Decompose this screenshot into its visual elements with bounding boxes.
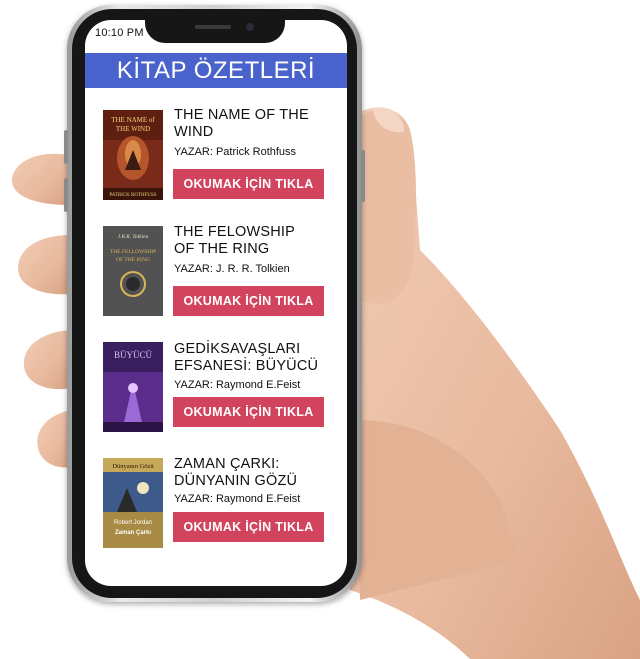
book-cover[interactable]: THE NAME of THE WIND PATRICK ROTHFUSS	[103, 110, 163, 200]
front-camera	[246, 23, 254, 31]
book-title: GEDİKSAVAŞLARI EFSANESİ: BÜYÜCÜ	[174, 341, 324, 375]
book-author: YAZAR: Raymond E.Feist	[174, 379, 301, 391]
volume-up-button	[64, 130, 68, 164]
book-title: ZAMAN ÇARKI: DÜNYANIN GÖZÜ	[174, 456, 324, 490]
read-button[interactable]: OKUMAK İÇİN TIKLA	[173, 397, 324, 427]
book-cover[interactable]: Dünyanın Gözü Robert Jordan Zaman Çarkı	[103, 458, 163, 548]
cover-title-line: OF THE RING	[116, 257, 150, 263]
book-cover[interactable]: BÜYÜCÜ	[103, 342, 163, 432]
cover-title-line: Dünyanın Gözü	[112, 463, 154, 470]
cover-author: PATRICK ROTHFUSS	[109, 193, 156, 198]
speaker-grille	[195, 25, 231, 29]
volume-down-button	[64, 178, 68, 212]
power-button	[361, 150, 365, 202]
read-button[interactable]: OKUMAK İÇİN TIKLA	[173, 286, 324, 316]
cover-author: Robert Jordan	[114, 520, 152, 526]
cover-title-line: THE FELLOWSHIP	[110, 249, 156, 255]
cover-title-line: THE NAME of	[111, 116, 155, 124]
book-author: YAZAR: J. R. R. Tolkien	[174, 263, 290, 275]
page-title: KİTAP ÖZETLERİ	[116, 57, 316, 84]
read-button[interactable]: OKUMAK İÇİN TIKLA	[173, 512, 324, 542]
book-cover[interactable]: J.R.R. Tolkien THE FELLOWSHIP OF THE RIN…	[103, 226, 163, 316]
book-title-line: EFSANESİ: BÜYÜCÜ	[174, 358, 319, 374]
cover-author: J.R.R. Tolkien	[118, 234, 149, 240]
book-author: YAZAR: Patrick Rothfuss	[174, 146, 297, 158]
cover-title-line: BÜYÜCÜ	[114, 350, 153, 360]
status-bar-time: 10:10 PM	[95, 27, 144, 39]
book-title-line: DÜNYANIN GÖZÜ	[174, 473, 298, 489]
read-button[interactable]: OKUMAK İÇİN TIKLA	[173, 169, 324, 199]
book-title-line: THE NAME OF THE	[174, 107, 309, 123]
book-title: THE FELOWSHIP OF THE RING	[174, 224, 324, 258]
cover-series: Zaman Çarkı	[115, 530, 151, 536]
book-title-line: ZAMAN ÇARKI:	[174, 456, 280, 472]
book-title-line: WIND	[174, 124, 214, 140]
book-author: YAZAR: Raymond E.Feist	[174, 493, 301, 505]
book-title: THE NAME OF THE WIND	[174, 107, 324, 141]
book-title-line: OF THE RING	[174, 241, 270, 257]
cover-title-line: THE WIND	[116, 125, 150, 133]
book-title-line: GEDİKSAVAŞLARI	[174, 341, 301, 357]
book-title-line: THE FELOWSHIP	[174, 224, 296, 240]
